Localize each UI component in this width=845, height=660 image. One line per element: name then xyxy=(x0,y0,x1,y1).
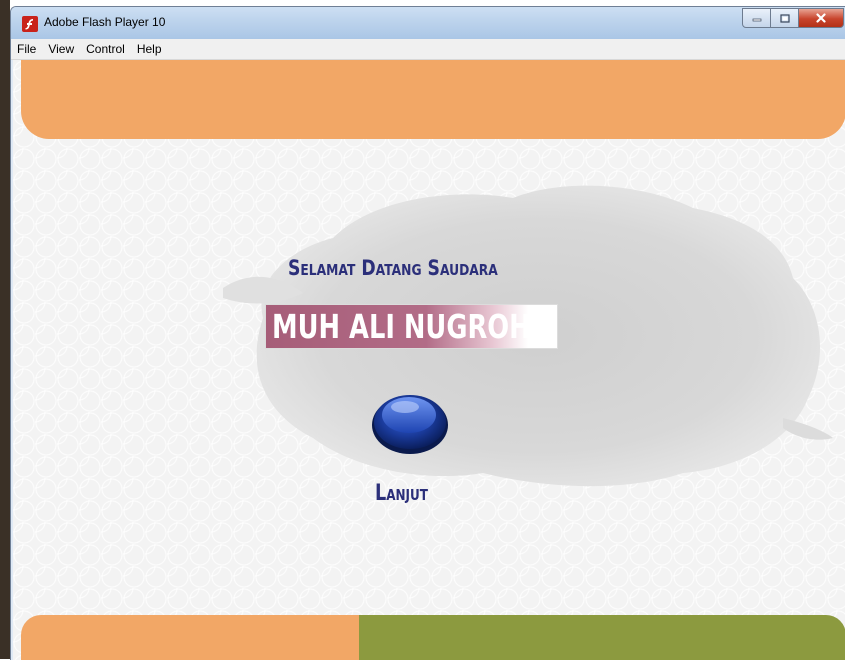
menu-control[interactable]: Control xyxy=(80,40,131,58)
flash-stage: Selamat Datang Saudara MUH ALI NUGROHO L… xyxy=(13,60,845,660)
bottom-orange-band xyxy=(21,615,361,660)
minimize-icon xyxy=(752,18,761,22)
user-name-banner: MUH ALI NUGROHO xyxy=(265,304,558,349)
desktop-edge xyxy=(0,0,10,659)
bottom-green-band xyxy=(359,615,845,660)
next-label[interactable]: Lanjut xyxy=(375,481,428,506)
menu-view[interactable]: View xyxy=(42,40,80,58)
maximize-button[interactable] xyxy=(770,8,799,28)
close-icon xyxy=(816,13,826,23)
menu-help[interactable]: Help xyxy=(131,40,168,58)
top-orange-band xyxy=(21,60,845,139)
window-title: Adobe Flash Player 10 xyxy=(44,15,166,29)
flash-player-window: Adobe Flash Player 10 File View Control … xyxy=(10,6,845,660)
close-button[interactable] xyxy=(798,8,844,28)
blue-round-button-icon xyxy=(372,395,448,454)
menu-file[interactable]: File xyxy=(11,40,42,58)
user-name: MUH ALI NUGROHO xyxy=(272,307,553,346)
minimize-button[interactable] xyxy=(742,8,771,28)
welcome-heading: Selamat Datang Saudara xyxy=(288,256,498,280)
next-button[interactable] xyxy=(369,385,451,457)
title-bar[interactable]: Adobe Flash Player 10 xyxy=(11,7,845,39)
window-controls xyxy=(742,8,844,28)
maximize-icon xyxy=(779,13,790,23)
flash-icon xyxy=(22,16,38,32)
menu-bar: File View Control Help xyxy=(11,39,845,60)
